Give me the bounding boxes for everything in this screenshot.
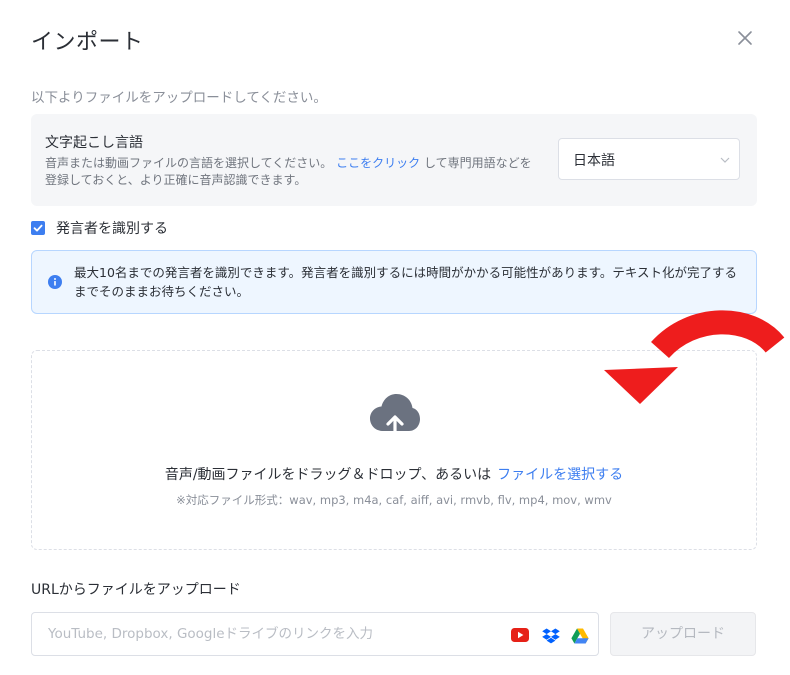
language-select-value: 日本語	[573, 153, 615, 169]
language-title: 文字起こし言語	[45, 135, 143, 151]
supported-formats: ※対応ファイル形式：wav, mp3, m4a, caf, aiff, avi,…	[176, 493, 612, 507]
glossary-link[interactable]: ここをクリック	[336, 156, 420, 170]
close-icon[interactable]	[733, 26, 757, 50]
dialog-title: インポート	[31, 30, 144, 55]
upload-button[interactable]: アップロード	[610, 612, 756, 656]
dialog-subtitle: 以下よりファイルをアップロードしてください。	[31, 90, 327, 106]
language-desc-text: 音声または動画ファイルの言語を選択してください。	[45, 156, 333, 170]
language-panel: 文字起こし言語 音声または動画ファイルの言語を選択してください。 ここをクリック…	[31, 114, 757, 206]
cloud-upload-icon	[370, 394, 420, 439]
select-file-link[interactable]: ファイルを選択する	[497, 467, 623, 483]
youtube-icon[interactable]	[511, 628, 529, 642]
dropzone-instruction: 音声/動画ファイルをドラッグ＆ドロップ、あるいは	[164, 467, 492, 483]
url-input[interactable]	[48, 624, 488, 644]
speaker-checkbox-label[interactable]: 発言者を識別する	[56, 218, 168, 238]
curved-arrow-icon	[604, 310, 785, 404]
google-drive-icon[interactable]	[571, 628, 589, 644]
info-icon	[48, 275, 62, 289]
dropbox-icon[interactable]	[542, 628, 560, 644]
speaker-checkbox[interactable]	[31, 221, 45, 235]
url-upload-label: URLからファイルをアップロード	[31, 582, 241, 598]
url-input-wrapper	[31, 612, 599, 656]
dropzone-text: 音声/動画ファイルをドラッグ＆ドロップ、あるいは ファイルを選択する	[32, 464, 756, 484]
chevron-down-icon	[720, 157, 730, 163]
language-select[interactable]: 日本語	[558, 138, 740, 180]
language-description: 音声または動画ファイルの言語を選択してください。 ここをクリック して専門用語な…	[45, 155, 535, 189]
info-text: 最大10名までの発言者を識別できます。発言者を識別するには時間がかかる可能性があ…	[74, 265, 738, 299]
